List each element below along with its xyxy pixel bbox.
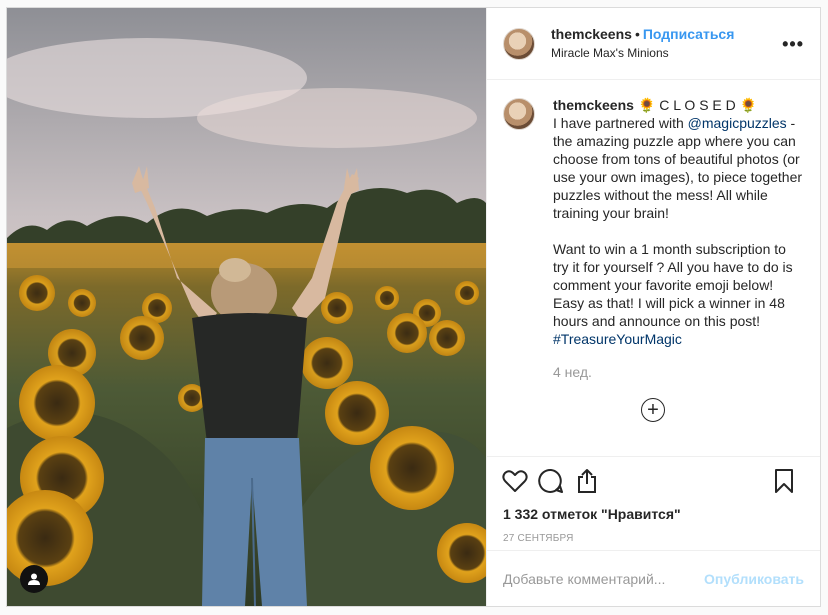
caption-username[interactable]: themckeens xyxy=(553,97,634,113)
caption: themckeens 🌻 C L O S E D 🌻 I have partner… xyxy=(503,96,804,348)
action-icons xyxy=(502,457,804,505)
comment-input[interactable] xyxy=(503,570,705,587)
location-link[interactable]: Miracle Max's Minions xyxy=(551,45,734,61)
caption-text-part1: I have partnered with xyxy=(553,115,688,131)
separator-dot: • xyxy=(634,26,640,42)
sunflower-field-image xyxy=(7,8,486,606)
add-comment-bar: Опубликовать xyxy=(487,550,820,606)
caption-age[interactable]: 4 нед. xyxy=(553,364,804,380)
post-date[interactable]: 27 сентября xyxy=(503,533,804,544)
likes-count[interactable]: 1 332 отметок "Нравится" xyxy=(503,505,804,523)
caption-text: themckeens 🌻 C L O S E D 🌻 I have partner… xyxy=(553,96,803,348)
mention-link[interactable]: @magicpuzzles xyxy=(688,115,787,131)
comments-section: themckeens 🌻 C L O S E D 🌻 I have partner… xyxy=(487,80,820,456)
author-info: themckeens • Подписаться Miracle Max's Min… xyxy=(551,26,734,61)
heart-icon[interactable] xyxy=(499,465,531,497)
caption-avatar[interactable] xyxy=(503,98,535,130)
comment-icon[interactable] xyxy=(535,465,567,497)
bookmark-icon[interactable] xyxy=(768,465,800,497)
caption-text-part3: Want to win a 1 month subscription to tr… xyxy=(553,241,793,329)
follow-button[interactable]: Подписаться xyxy=(643,26,735,42)
plus-circle-icon[interactable]: + xyxy=(641,398,665,422)
more-dots-icon[interactable]: ••• xyxy=(782,34,804,55)
instagram-post: themckeens • Подписаться Miracle Max's Min… xyxy=(6,7,821,607)
post-side-panel: themckeens • Подписаться Miracle Max's Min… xyxy=(486,8,820,606)
author-username[interactable]: themckeens xyxy=(551,26,632,42)
hashtag-link[interactable]: #TreasureYourMagic xyxy=(553,331,682,347)
caption-lead: 🌻 C L O S E D 🌻 xyxy=(637,97,758,113)
post-header: themckeens • Подписаться Miracle Max's Min… xyxy=(487,8,820,80)
post-photo[interactable] xyxy=(7,8,486,606)
share-icon[interactable] xyxy=(571,465,603,497)
author-avatar[interactable] xyxy=(503,27,535,60)
post-actions: 1 332 отметок "Нравится" 27 сентября xyxy=(487,456,820,544)
user-tag-icon[interactable] xyxy=(20,565,48,593)
publish-button[interactable]: Опубликовать xyxy=(704,571,804,587)
